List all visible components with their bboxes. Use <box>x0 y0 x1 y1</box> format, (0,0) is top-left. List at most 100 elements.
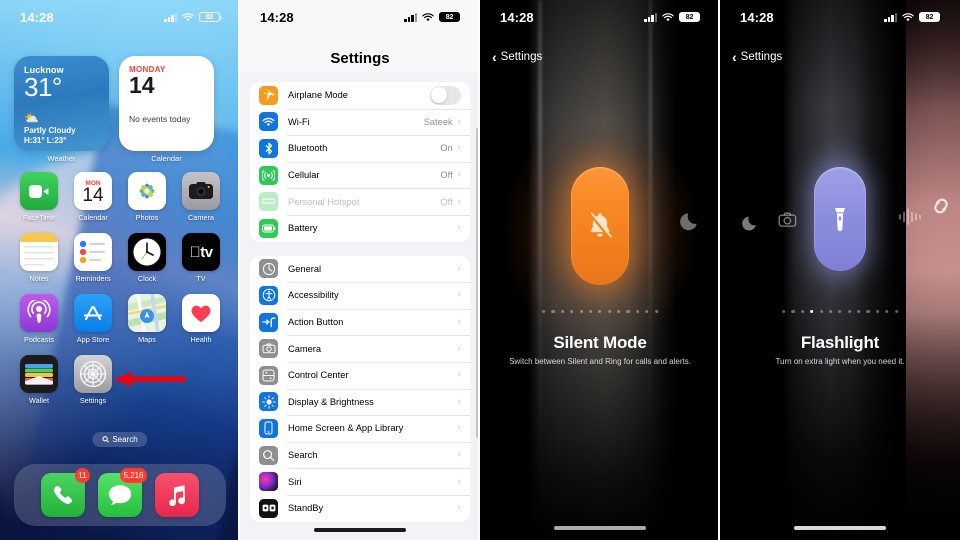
settings-row-battery[interactable]: Battery › <box>250 214 470 242</box>
settings-gear-icon <box>74 355 112 393</box>
calendar-widget[interactable]: MONDAY 14 No events today <box>119 56 214 151</box>
settings-row-label: Wi-Fi <box>288 116 310 127</box>
app-photos[interactable]: Photos <box>120 172 174 222</box>
app-tv[interactable]: tv TV <box>174 233 228 283</box>
app-maps[interactable]: Maps <box>120 294 174 344</box>
maps-icon <box>128 294 166 332</box>
page-indicator-dots <box>782 310 898 314</box>
cellular-signal-icon <box>164 12 177 22</box>
app-notes[interactable]: Notes <box>12 233 66 283</box>
settings-row-control-center[interactable]: Control Center › <box>250 361 470 389</box>
dock-app-music[interactable] <box>155 473 199 517</box>
settings-row-wifi[interactable]: Wi-Fi Sateek › <box>250 108 470 136</box>
settings-row-standby[interactable]: StandBy › <box>250 494 470 522</box>
calendar-icon: MON 14 <box>74 172 112 210</box>
app-appstore[interactable]: App Store <box>66 294 120 344</box>
back-button-settings[interactable]: ‹ Settings <box>732 50 782 64</box>
settings-row-label: Camera <box>288 343 322 354</box>
chevron-right-icon: › <box>457 262 461 274</box>
page-title: Settings <box>330 50 390 67</box>
settings-row-camera[interactable]: Camera › <box>250 335 470 362</box>
facetime-icon <box>20 172 58 210</box>
app-label: Clock <box>137 274 157 283</box>
status-indicators: 82 <box>644 11 702 23</box>
app-label: Health <box>190 335 212 344</box>
action-button-icon <box>259 312 278 332</box>
chevron-right-icon: › <box>457 195 461 207</box>
battery-icon <box>259 218 278 238</box>
app-label: Notes <box>29 274 49 283</box>
app-label: Calendar <box>78 213 108 222</box>
appletv-icon: tv <box>182 233 220 271</box>
panel-home-screen: 14:28 82 Lucknow 31° ⛅ Partly Cloudy H:3… <box>0 0 240 540</box>
settings-row-personal-hotspot[interactable]: Personal Hotspot Off › <box>250 188 470 215</box>
bluetooth-icon <box>259 138 278 158</box>
notes-icon <box>20 233 58 271</box>
calendar-icon-day: 14 <box>82 185 104 206</box>
settings-row-bluetooth[interactable]: Bluetooth On › <box>250 135 470 162</box>
app-calendar[interactable]: MON 14 Calendar <box>66 172 120 222</box>
weather-condition: Partly Cloudy <box>24 126 76 135</box>
panel-divider-1 <box>238 0 240 540</box>
app-camera[interactable]: Camera <box>174 172 228 222</box>
chevron-right-icon: › <box>457 342 461 354</box>
weather-widget[interactable]: Lucknow 31° ⛅ Partly Cloudy H:31° L:23° <box>14 56 109 151</box>
mode-subtitle: Turn on extra light when you need it. <box>775 357 905 366</box>
app-health[interactable]: Health <box>174 294 228 344</box>
back-button-label: Settings <box>740 51 783 63</box>
status-indicators: 82 <box>884 11 942 23</box>
settings-row-home-screen[interactable]: Home Screen & App Library › <box>250 415 470 442</box>
screen-vignette <box>720 0 960 540</box>
settings-list: Airplane Mode Wi-Fi Sateek › Bluetooth O… <box>250 82 470 536</box>
app-wallet[interactable]: Wallet <box>12 355 66 405</box>
siri-icon <box>259 472 278 492</box>
app-label: Settings <box>79 396 107 405</box>
panel-action-button-flashlight: 14:28 82 ‹ Settings Flashlight Turn on e… <box>720 0 960 540</box>
app-clock[interactable]: Clock <box>120 233 174 283</box>
dock-app-messages[interactable]: 5,216 <box>98 468 147 517</box>
chevron-right-icon: › <box>457 502 461 514</box>
health-icon <box>182 294 220 332</box>
calendar-events: No events today <box>129 114 191 125</box>
settings-row-general[interactable]: General › <box>250 256 470 283</box>
chevron-left-icon: ‹ <box>492 49 497 65</box>
podcasts-icon <box>20 294 58 332</box>
home-search-pill[interactable]: Search <box>92 432 148 447</box>
calendar-daynumber: 14 <box>129 72 155 98</box>
settings-row-accessibility[interactable]: Accessibility › <box>250 282 470 309</box>
dock-app-phone[interactable]: 11 <box>41 468 90 517</box>
app-label: FaceTime <box>22 213 56 222</box>
badge-count: 5,216 <box>119 468 147 483</box>
settings-row-value: Sateek <box>423 116 453 127</box>
settings-row-action-button[interactable]: Action Button › <box>250 308 470 336</box>
settings-group-connectivity: Airplane Mode Wi-Fi Sateek › Bluetooth O… <box>250 82 470 242</box>
app-facetime[interactable]: FaceTime <box>12 172 66 222</box>
airplane-mode-toggle[interactable] <box>430 86 461 105</box>
music-icon <box>155 473 199 517</box>
panel-settings-list: 14:28 82 Settings Airplane Mode Wi-Fi Sa… <box>240 0 480 540</box>
app-reminders[interactable]: Reminders <box>66 233 120 283</box>
mode-subtitle: Switch between Silent and Ring for calls… <box>509 357 691 366</box>
settings-row-display-brightness[interactable]: Display & Brightness › <box>250 388 470 416</box>
settings-row-cellular[interactable]: Cellular Off › <box>250 161 470 189</box>
chevron-right-icon: › <box>457 475 461 487</box>
status-indicators: 82 <box>164 11 222 23</box>
chevron-right-icon: › <box>457 316 461 328</box>
back-button-settings[interactable]: ‹ Settings <box>492 50 542 64</box>
settings-row-value: On <box>440 143 453 154</box>
mode-title: Silent Mode <box>553 333 647 352</box>
app-podcasts[interactable]: Podcasts <box>12 294 66 344</box>
battery-icon: 82 <box>919 11 942 23</box>
battery-level: 82 <box>205 13 214 21</box>
settings-row-airplane-mode[interactable]: Airplane Mode <box>250 82 470 109</box>
badge-count: 11 <box>74 468 90 483</box>
cellular-signal-icon <box>404 12 417 22</box>
settings-row-search[interactable]: Search › <box>250 441 470 469</box>
settings-row-siri[interactable]: Siri › <box>250 468 470 495</box>
status-bar: 14:28 82 <box>240 0 480 34</box>
settings-row-label: Accessibility <box>288 290 339 301</box>
partly-cloudy-icon: ⛅ <box>24 111 39 125</box>
chevron-right-icon: › <box>457 115 461 127</box>
search-icon <box>259 445 278 465</box>
status-time: 14:28 <box>500 9 534 25</box>
